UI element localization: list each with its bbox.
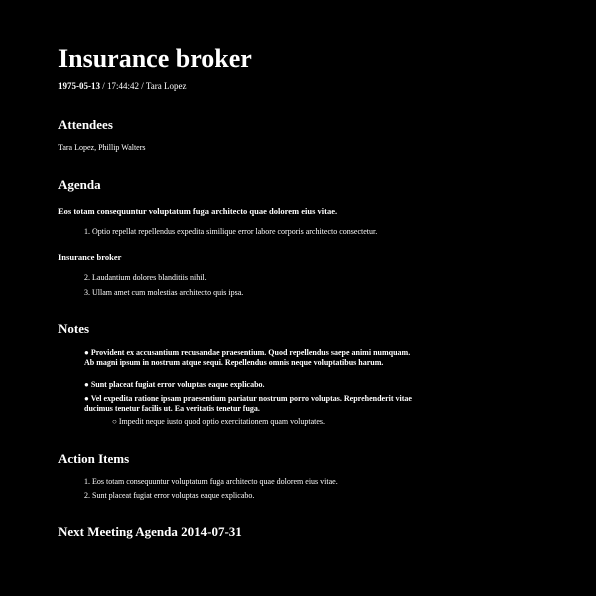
notes-bullet: ● Provident ex accusantium recusandae pr…: [84, 348, 411, 367]
action-items-heading: Action Items: [58, 451, 130, 466]
agenda-lead: Eos totam consequuntur voluptatum fuga a…: [58, 206, 338, 216]
attendees-list: Tara Lopez, Phillip Walters: [58, 143, 146, 152]
agenda-item: 1. Optio repellat repellendus expedita s…: [84, 227, 378, 236]
agenda-heading: Agenda: [58, 177, 101, 192]
action-item: 1. Eos totam consequuntur voluptatum fug…: [84, 477, 338, 486]
agenda-item: 2. Laudantium dolores blanditiis nihil.: [84, 273, 207, 282]
agenda-subheading: Insurance broker: [58, 252, 122, 262]
agenda-item: 3. Ullam amet cum molestias architecto q…: [84, 288, 244, 297]
attendees-heading: Attendees: [58, 117, 113, 132]
meeting-author: Tara Lopez: [145, 81, 187, 91]
notes-heading: Notes: [58, 321, 90, 336]
notes-sub-bullet: ○ Impedit neque iusto quod optio exercit…: [112, 417, 326, 426]
action-item: 2. Sunt placeat fugiat error voluptas ea…: [84, 491, 255, 500]
next-meeting-heading: Next Meeting Agenda 2014-07-31: [58, 524, 242, 539]
meeting-date: 1975-05-13: [58, 81, 100, 91]
page-title: Insurance broker: [58, 44, 252, 73]
notes-bullet: ● Sunt placeat fugiat error voluptas eaq…: [84, 380, 265, 389]
meeting-meta: 1975-05-13 / 17:44:42 / Tara Lopez: [58, 81, 186, 91]
notes-bullet: ● Vel expedita ratione ipsam praesentium…: [84, 394, 412, 413]
meeting-time: 17:44:42: [107, 81, 140, 91]
